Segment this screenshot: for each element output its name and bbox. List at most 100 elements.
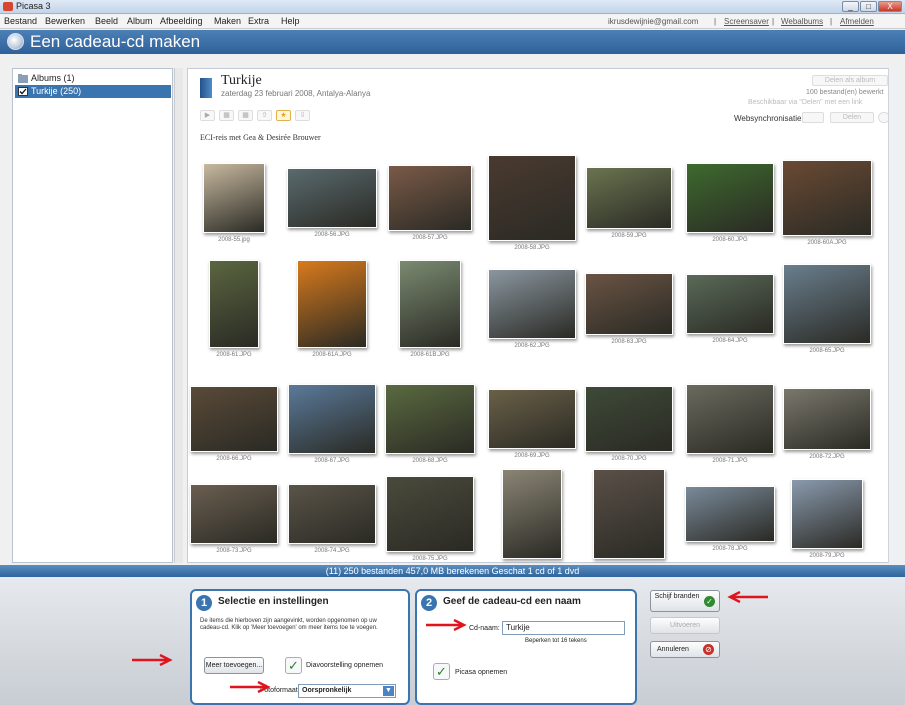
photo-thumbnail[interactable] (209, 260, 259, 348)
include-picasa-checkbox[interactable]: ✓ (433, 663, 450, 680)
include-picasa-label: Picasa opnemen (455, 669, 508, 676)
picasa-app-icon (3, 2, 13, 11)
web-sync-label: Websynchronisatie (734, 114, 802, 123)
menu-bewerken[interactable]: Bewerken (45, 16, 85, 26)
photo-thumbnail[interactable] (288, 484, 376, 544)
photo-grid-scrollbar[interactable] (888, 68, 900, 563)
export-button[interactable]: Uitvoeren (650, 617, 720, 634)
photo-filename: 2008-60.JPG (712, 237, 748, 243)
cd-name-label: Cd-naam: (469, 625, 500, 632)
photo-thumbnail[interactable] (297, 260, 367, 348)
play-slideshow-button[interactable]: ▶ (200, 110, 215, 121)
red-arrow-annotation (230, 681, 271, 693)
photo-thumbnail[interactable] (287, 168, 377, 228)
burn-disc-button[interactable]: Schijf branden ✓ (650, 590, 720, 612)
photo-filename: 2008-64.JPG (712, 338, 748, 344)
photo-thumbnail[interactable] (488, 389, 576, 449)
photo-filename: 2008-59.JPG (611, 233, 647, 239)
maximize-button[interactable]: □ (860, 1, 877, 12)
photo-thumbnail[interactable] (783, 264, 871, 344)
photo-thumbnail[interactable] (791, 479, 863, 549)
checkbox-checked-icon[interactable] (18, 87, 28, 96)
photo-thumbnail[interactable] (488, 155, 576, 241)
share-button[interactable]: Delen (830, 112, 874, 123)
photo-format-select[interactable]: Oorspronkelijk ▼ (298, 684, 396, 698)
menu-help[interactable]: Help (281, 16, 300, 26)
toolbar-download-button[interactable]: ⇩ (295, 110, 310, 121)
cd-name-input[interactable]: Turkije (502, 621, 625, 635)
photo-thumbnail[interactable] (388, 165, 472, 231)
photo-thumbnail[interactable] (190, 484, 278, 544)
menu-maken[interactable]: Maken (214, 16, 241, 26)
menu-bestand[interactable]: Bestand (4, 16, 37, 26)
cd-name-limit-hint: Beperken tot 16 tekens (525, 638, 587, 644)
photo-thumbnail[interactable] (686, 163, 774, 233)
account-email: ikrusdewijnie@gmail.com (608, 17, 699, 26)
panel-title: Selectie en instellingen (218, 596, 329, 607)
photo-thumbnail[interactable] (782, 160, 872, 236)
photo-thumbnail[interactable] (586, 167, 672, 229)
toolbar-upload-button[interactable]: ⇧ (257, 110, 272, 121)
sidebar-item-label: Turkije (250) (31, 86, 82, 96)
photo-thumbnail[interactable] (685, 486, 775, 542)
photo-filename: 2008-56.JPG (314, 232, 350, 238)
photo-filename: 2008-73.JPG (216, 548, 252, 554)
cancel-label: Annuleren (657, 646, 689, 653)
toolbar-button-2[interactable]: ▦ (219, 110, 234, 121)
album-date: zaterdag 23 februari 2008, Antalya-Alany… (221, 89, 371, 98)
photo-thumbnail[interactable] (593, 469, 665, 559)
share-album-button[interactable]: Delen als album (812, 75, 888, 86)
photo-filename: 2008-75.JPG (412, 556, 448, 562)
photo-filename: 2008-66.JPG (216, 456, 252, 462)
photo-thumbnail[interactable] (488, 269, 576, 339)
menu-beeld[interactable]: Beeld (95, 16, 118, 26)
menu-bar: Bestand Bewerken Beeld Album Afbeelding … (0, 15, 905, 29)
photo-filename: 2008-61.JPG (216, 352, 252, 358)
photo-filename: 2008-71.JPG (712, 458, 748, 464)
add-more-button[interactable]: Meer toevoegen... (204, 657, 264, 674)
page-title: Een cadeau-cd maken (30, 32, 201, 51)
photo-thumbnail[interactable] (585, 273, 673, 335)
slideshow-checkbox[interactable]: ✓ (285, 657, 302, 674)
album-title: Turkije (221, 73, 262, 88)
toolbar-button-3[interactable]: ▦ (238, 110, 253, 121)
share-link-note: Beschikbaar via "Delen" met een link (748, 99, 863, 106)
photo-filename: 2008-61B.JPG (410, 352, 450, 358)
photo-format-value: Oorspronkelijk (302, 687, 352, 694)
minimize-button[interactable]: _ (842, 1, 859, 12)
cd-name-panel: 2 Geef de cadeau-cd een naam Cd-naam: Tu… (415, 589, 637, 705)
photo-thumbnail[interactable] (399, 260, 461, 348)
screensaver-link[interactable]: Screensaver (724, 17, 769, 26)
menu-extra[interactable]: Extra (248, 16, 269, 26)
star-button[interactable]: ★ (276, 110, 291, 121)
cancel-button[interactable]: Annuleren ⊘ (650, 641, 720, 658)
menu-afbeelding[interactable]: Afbeelding (160, 16, 203, 26)
photo-thumbnail[interactable] (203, 163, 265, 233)
photo-thumbnail[interactable] (288, 384, 376, 454)
sidebar-albums-header[interactable]: Albums (1) (15, 72, 171, 85)
sidebar-scrollbar[interactable] (174, 68, 183, 563)
photo-filename: 2008-70.JPG (611, 456, 647, 462)
logout-link[interactable]: Afmelden (840, 17, 874, 26)
close-button[interactable]: X (878, 1, 902, 12)
album-view: Turkije zaterdag 23 februari 2008, Antal… (187, 68, 900, 563)
webalbums-link[interactable]: Webalbums (781, 17, 823, 26)
photo-thumbnail[interactable] (502, 469, 562, 559)
step-number-1: 1 (196, 595, 212, 611)
photo-thumbnail[interactable] (386, 476, 474, 552)
menu-album[interactable]: Album (127, 16, 153, 26)
green-check-icon: ✓ (704, 596, 715, 607)
photo-thumbnail[interactable] (585, 386, 673, 452)
photo-thumbnail[interactable] (385, 384, 475, 454)
sidebar-item-turkije[interactable]: Turkije (250) (15, 85, 171, 98)
photo-thumbnail[interactable] (686, 384, 774, 454)
photo-filename: 2008-55.jpg (218, 237, 250, 243)
gift-cd-banner: Een cadeau-cd maken (0, 30, 905, 54)
photo-thumbnail[interactable] (686, 274, 774, 334)
chevron-down-icon: ▼ (383, 686, 394, 696)
photo-thumbnail[interactable] (783, 388, 871, 450)
photo-filename: 2008-63.JPG (611, 339, 647, 345)
photo-filename: 2008-79.JPG (809, 553, 845, 559)
web-sync-toggle[interactable] (802, 112, 824, 123)
photo-thumbnail[interactable] (190, 386, 278, 452)
